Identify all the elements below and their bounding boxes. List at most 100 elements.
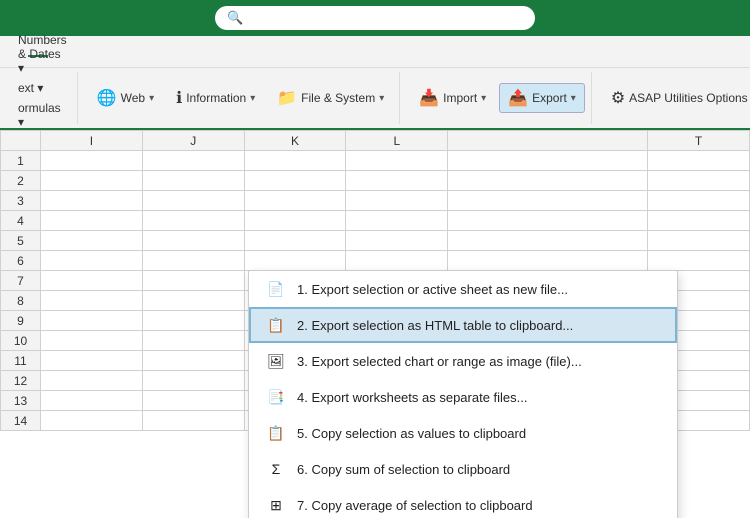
table-row: 5 xyxy=(1,231,750,251)
dropdown-item-icon-3: 🖼 xyxy=(265,352,287,370)
cell[interactable] xyxy=(448,191,648,211)
cell[interactable] xyxy=(41,411,143,431)
cell[interactable] xyxy=(41,151,143,171)
export-dropdown-arrow: ▾ xyxy=(571,93,576,104)
menu-bar xyxy=(0,36,750,68)
dropdown-item-icon-6: Σ xyxy=(265,460,287,478)
cell[interactable] xyxy=(142,371,244,391)
row-number: 10 xyxy=(1,331,41,351)
col-header-L: L xyxy=(346,131,448,151)
row-number: 14 xyxy=(1,411,41,431)
dropdown-item-icon-2: 📋 xyxy=(265,316,287,334)
file-system-btn[interactable]: 📁 File & System ▾ xyxy=(268,83,393,113)
cell[interactable] xyxy=(41,171,143,191)
cell[interactable] xyxy=(142,351,244,371)
sheet-area: I J K L T 1234567891011121314 📄1. Export… xyxy=(0,130,750,518)
cell[interactable] xyxy=(41,191,143,211)
search-icon: 🔍 xyxy=(227,10,243,26)
cell[interactable] xyxy=(346,151,448,171)
text-btn[interactable]: ext ▾ xyxy=(14,80,71,96)
cell[interactable] xyxy=(244,151,346,171)
cell[interactable] xyxy=(448,251,648,271)
dropdown-item-7[interactable]: ⊞7. Copy average of selection to clipboa… xyxy=(249,487,677,518)
cell[interactable] xyxy=(41,331,143,351)
row-number: 6 xyxy=(1,251,41,271)
cell[interactable] xyxy=(648,151,750,171)
cell[interactable] xyxy=(648,211,750,231)
table-row: 1 xyxy=(1,151,750,171)
col-header-J: J xyxy=(142,131,244,151)
formulas-btn[interactable]: ormulas ▾ xyxy=(14,100,71,130)
cell[interactable] xyxy=(448,231,648,251)
cell[interactable] xyxy=(448,171,648,191)
search-input-wrap[interactable]: 🔍 xyxy=(215,6,535,30)
cell[interactable] xyxy=(346,171,448,191)
cell[interactable] xyxy=(41,231,143,251)
cell[interactable] xyxy=(448,211,648,231)
cell[interactable] xyxy=(648,231,750,251)
cell[interactable] xyxy=(244,171,346,191)
cell[interactable] xyxy=(41,291,143,311)
cell[interactable] xyxy=(142,291,244,311)
table-row: 6 xyxy=(1,251,750,271)
dropdown-item-6[interactable]: Σ 6. Copy sum of selection to clipboard xyxy=(249,451,677,487)
cell[interactable] xyxy=(346,251,448,271)
cell[interactable] xyxy=(648,191,750,211)
cell[interactable] xyxy=(648,251,750,271)
cell[interactable] xyxy=(41,211,143,231)
cell[interactable] xyxy=(244,211,346,231)
row-number: 8 xyxy=(1,291,41,311)
dropdown-item-icon-5: 📋 xyxy=(265,424,287,442)
cell[interactable] xyxy=(142,191,244,211)
cell[interactable] xyxy=(244,251,346,271)
col-header-M xyxy=(448,131,648,151)
cell[interactable] xyxy=(142,251,244,271)
cell[interactable] xyxy=(244,231,346,251)
export-label: Export xyxy=(532,91,567,105)
dropdown-item-5[interactable]: 📋5. Copy selection as values to clipboar… xyxy=(249,415,677,451)
file-dropdown-arrow: ▾ xyxy=(379,93,384,104)
cell[interactable] xyxy=(142,271,244,291)
cell[interactable] xyxy=(142,211,244,231)
cell[interactable] xyxy=(448,151,648,171)
dropdown-item-4[interactable]: 📑4. Export worksheets as separate files.… xyxy=(249,379,677,415)
asap-options-btn[interactable]: ⚙ ASAP Utilities Options ▾ xyxy=(602,83,750,113)
cell[interactable] xyxy=(346,231,448,251)
dropdown-item-1[interactable]: 📄1. Export selection or active sheet as … xyxy=(249,271,677,307)
cell[interactable] xyxy=(648,171,750,191)
cell[interactable] xyxy=(41,391,143,411)
cell[interactable] xyxy=(41,251,143,271)
search-input[interactable] xyxy=(251,11,523,26)
cell[interactable] xyxy=(41,311,143,331)
import-btn[interactable]: 📥 Import ▾ xyxy=(410,83,495,113)
cell[interactable] xyxy=(142,391,244,411)
dropdown-item-text-4: 4. Export worksheets as separate files..… xyxy=(297,390,528,405)
cell[interactable] xyxy=(41,271,143,291)
cell[interactable] xyxy=(142,171,244,191)
cell[interactable] xyxy=(346,191,448,211)
information-btn[interactable]: ℹ Information ▾ xyxy=(167,83,264,113)
cell[interactable] xyxy=(142,311,244,331)
web-btn[interactable]: 🌐 Web ▾ xyxy=(88,83,163,113)
web-dropdown-arrow: ▾ xyxy=(149,93,154,104)
web-label: Web xyxy=(121,91,145,105)
cell[interactable] xyxy=(142,331,244,351)
cell[interactable] xyxy=(41,371,143,391)
cell[interactable] xyxy=(142,151,244,171)
cell[interactable] xyxy=(142,411,244,431)
dropdown-item-icon-1: 📄 xyxy=(265,280,287,298)
dropdown-item-2[interactable]: 📋2. Export selection as HTML table to cl… xyxy=(249,307,677,343)
ribbon-group-3: 📥 Import ▾ 📤 Export ▾ xyxy=(404,72,592,124)
import-label: Import xyxy=(443,91,477,105)
numbers-dates-btn[interactable]: Numbers & Dates ▾ xyxy=(14,32,71,76)
row-num-header xyxy=(1,131,41,151)
dropdown-item-3[interactable]: 🖼3. Export selected chart or range as im… xyxy=(249,343,677,379)
cell[interactable] xyxy=(346,211,448,231)
cell[interactable] xyxy=(244,191,346,211)
dropdown-item-text-6: 6. Copy sum of selection to clipboard xyxy=(297,462,510,477)
row-number: 1 xyxy=(1,151,41,171)
export-btn[interactable]: 📤 Export ▾ xyxy=(499,83,585,113)
cell[interactable] xyxy=(41,351,143,371)
col-header-T: T xyxy=(648,131,750,151)
cell[interactable] xyxy=(142,231,244,251)
